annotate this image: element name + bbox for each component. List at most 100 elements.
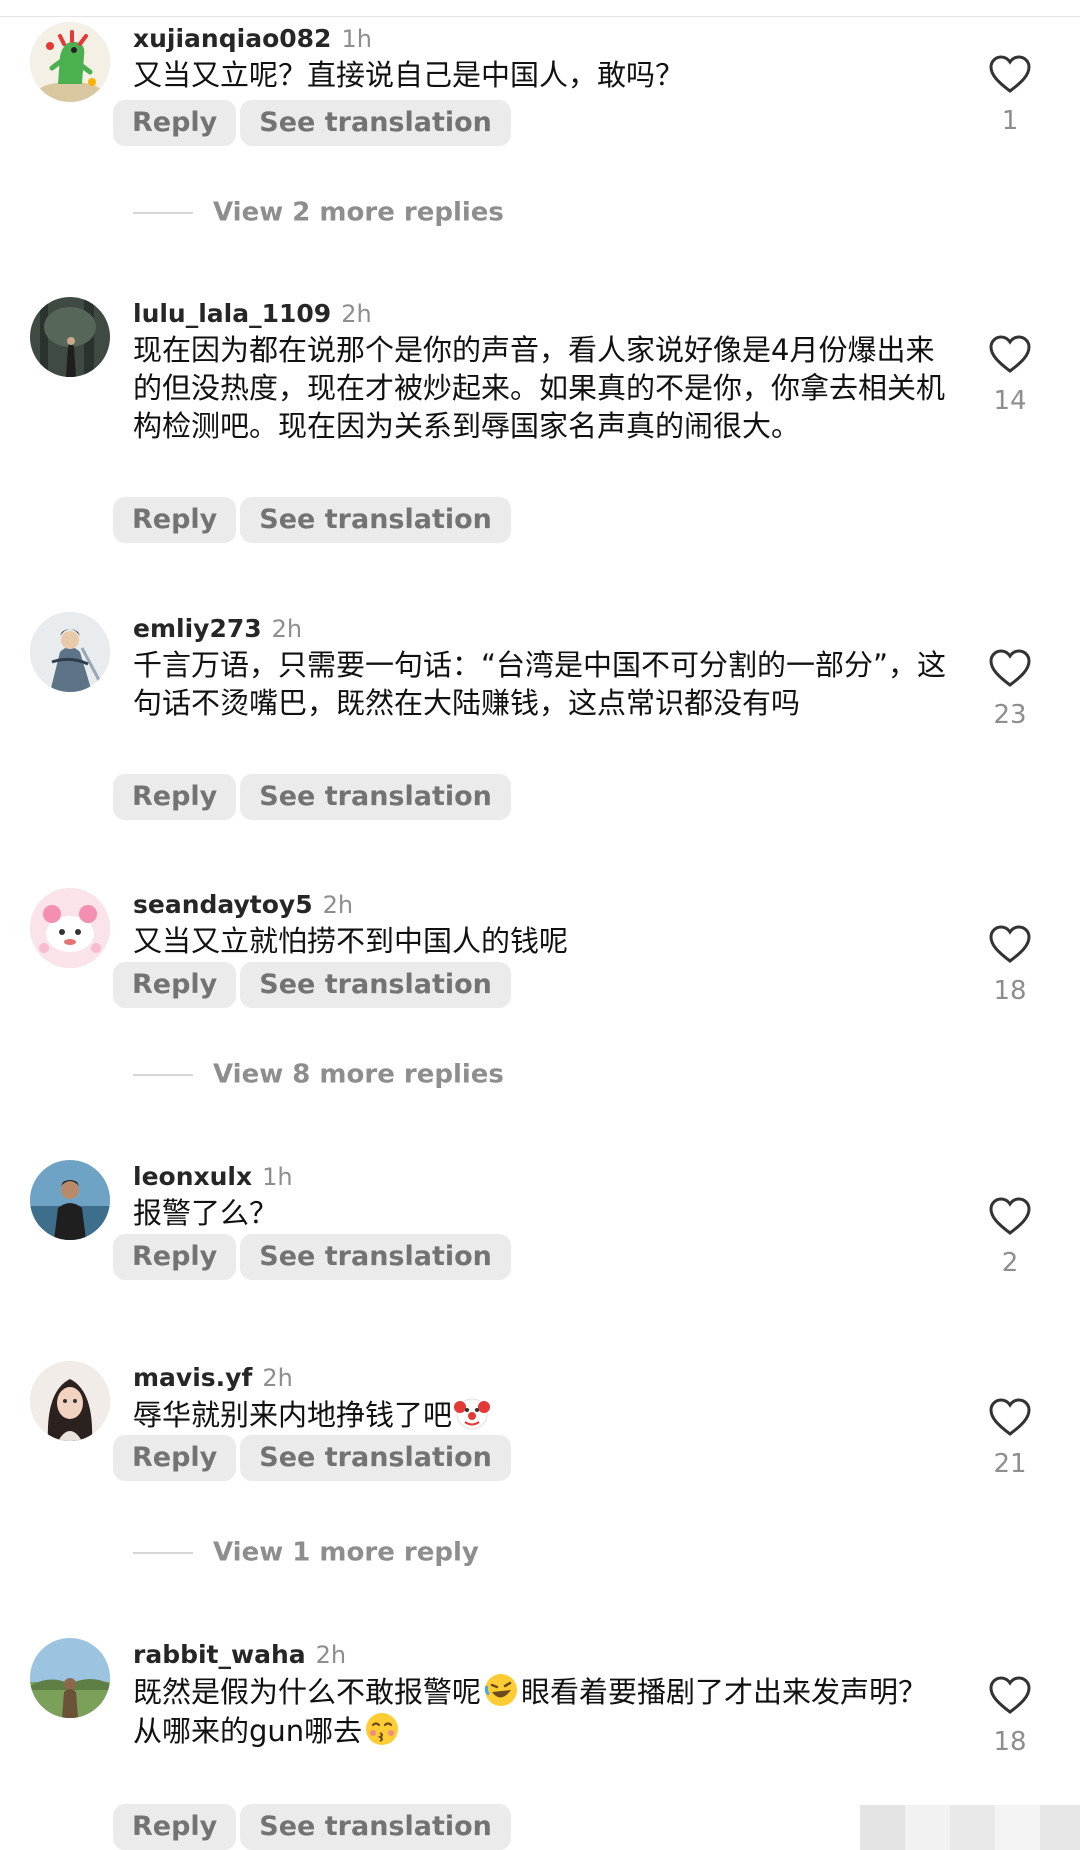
comment-text: 既然是假为什么不敢报警呢 眼看着要播剧了才出来发声明？从哪来的gun哪去 <box>133 1672 953 1750</box>
heart-icon[interactable] <box>988 334 1032 374</box>
see-translation-button[interactable]: See translation <box>240 962 511 1008</box>
comment-actions: Reply See translation <box>113 497 511 543</box>
timestamp: 1h <box>262 1163 293 1191</box>
username[interactable]: seandaytoy5 <box>133 890 313 919</box>
username[interactable]: rabbit_waha <box>133 1640 306 1669</box>
see-translation-button[interactable]: See translation <box>240 774 511 820</box>
comment-text: 又当又立就怕捞不到中国人的钱呢 <box>133 924 569 958</box>
reply-button[interactable]: Reply <box>113 497 237 543</box>
comment-text: 现在因为都在说那个是你的声音，看人家说好像是4月份爆出来的但没热度，现在才被炒起… <box>133 333 946 443</box>
like-control: 1 <box>974 54 1046 136</box>
comment-meta: seandaytoy5 2h <box>133 888 353 922</box>
comment-actions: Reply See translation <box>113 1435 511 1481</box>
username[interactable]: leonxulx <box>133 1162 252 1191</box>
heart-icon[interactable] <box>988 1397 1032 1437</box>
heart-icon[interactable] <box>988 54 1032 94</box>
avatar[interactable] <box>30 1361 110 1441</box>
comment-text: 报警了么？ <box>133 1196 279 1230</box>
dinosaur-avatar-icon <box>30 22 110 102</box>
comments-screen: xujianqiao082 1h 又当又立呢？直接说自己是中国人，敢吗？ Repl… <box>0 0 1080 1850</box>
view-more-replies-label: View 2 more replies <box>213 197 504 228</box>
reply-button[interactable]: Reply <box>113 1804 237 1850</box>
avatar[interactable] <box>30 297 110 377</box>
see-translation-button[interactable]: See translation <box>240 1234 511 1280</box>
timestamp: 2h <box>341 300 372 328</box>
comment-meta: rabbit_waha 2h <box>133 1638 346 1672</box>
view-more-replies-label: View 1 more reply <box>213 1537 479 1568</box>
replies-line <box>133 1551 193 1554</box>
forest-avatar-icon <box>30 297 110 377</box>
like-count: 14 <box>993 386 1027 416</box>
reply-button[interactable]: Reply <box>113 1234 237 1280</box>
username[interactable]: mavis.yf <box>133 1363 252 1392</box>
comment-meta: leonxulx 1h <box>133 1160 293 1194</box>
username[interactable]: lulu_lala_1109 <box>133 299 331 328</box>
comment-meta: lulu_lala_1109 2h <box>133 297 372 331</box>
timestamp: 2h <box>315 1641 347 1669</box>
avatar[interactable] <box>30 1160 110 1240</box>
see-translation-button[interactable]: See translation <box>240 497 511 543</box>
comment-text: 辱华就别来内地挣钱了吧 <box>133 1395 953 1434</box>
like-count: 2 <box>1001 1248 1019 1278</box>
selfie-avatar-icon <box>30 1361 110 1441</box>
view-more-replies[interactable]: View 8 more replies <box>133 1057 504 1091</box>
heart-icon[interactable] <box>988 648 1032 688</box>
username[interactable]: emliy273 <box>133 614 262 643</box>
like-control: 23 <box>974 648 1046 730</box>
like-control: 18 <box>974 924 1046 1006</box>
heart-icon[interactable] <box>988 1196 1032 1236</box>
watermark-block <box>1040 1805 1080 1850</box>
avatar[interactable] <box>30 888 110 968</box>
heart-icon[interactable] <box>988 924 1032 964</box>
reply-button[interactable]: Reply <box>113 962 237 1008</box>
username[interactable]: xujianqiao082 <box>133 24 331 53</box>
like-count: 23 <box>993 700 1027 730</box>
comment-meta: emliy273 2h <box>133 612 302 646</box>
see-translation-button[interactable]: See translation <box>240 100 511 146</box>
watermark-block <box>950 1805 995 1850</box>
comment-actions: Reply See translation <box>113 100 511 146</box>
comment-meta: xujianqiao082 1h <box>133 22 372 56</box>
view-more-replies-label: View 8 more replies <box>213 1059 504 1090</box>
comment-actions: Reply See translation <box>113 962 511 1008</box>
avatar[interactable] <box>30 612 110 692</box>
kissing-face-emoji-icon <box>364 1711 400 1747</box>
landscape-avatar-icon <box>30 1638 110 1718</box>
like-count: 21 <box>993 1449 1027 1479</box>
like-count: 18 <box>993 976 1027 1006</box>
reply-button[interactable]: Reply <box>113 774 237 820</box>
view-more-replies[interactable]: View 2 more replies <box>133 195 504 229</box>
see-translation-button[interactable]: See translation <box>240 1435 511 1481</box>
view-more-replies[interactable]: View 1 more reply <box>133 1535 479 1569</box>
comment-actions: Reply See translation <box>113 774 511 820</box>
timestamp: 2h <box>262 1364 293 1392</box>
like-control: 2 <box>974 1196 1046 1278</box>
clown-face-emoji-icon <box>454 1395 491 1431</box>
comment-text: 千言万语，只需要一句话：“台湾是中国不可分割的一部分”，这句话不烫嘴巴，既然在大… <box>133 648 947 720</box>
reply-button[interactable]: Reply <box>113 100 237 146</box>
watermark-block <box>905 1805 950 1850</box>
like-control: 18 <box>974 1675 1046 1757</box>
top-divider <box>0 16 1080 17</box>
watermark-block <box>995 1805 1040 1850</box>
avatar[interactable] <box>30 1638 110 1718</box>
pink-cartoon-avatar-icon <box>30 888 110 968</box>
swordsman-avatar-icon <box>30 612 110 692</box>
comment-text-part: 辱华就别来内地挣钱了吧 <box>133 1398 453 1432</box>
comment-actions: Reply See translation <box>113 1234 511 1280</box>
like-control: 21 <box>974 1397 1046 1479</box>
avatar[interactable] <box>30 22 110 102</box>
like-count: 18 <box>993 1727 1027 1757</box>
heart-icon[interactable] <box>988 1675 1032 1715</box>
timestamp: 2h <box>322 891 354 919</box>
comment-text: 又当又立呢？直接说自己是中国人，敢吗？ <box>133 58 685 92</box>
like-control: 14 <box>974 334 1046 416</box>
replies-line <box>133 1073 193 1076</box>
comment-actions: Reply See translation <box>113 1804 511 1850</box>
comment-text-part: 既然是假为什么不敢报警呢 <box>133 1675 482 1709</box>
reply-button[interactable]: Reply <box>113 1435 237 1481</box>
watermark-block <box>860 1805 905 1850</box>
timestamp: 2h <box>271 615 303 643</box>
like-count: 1 <box>1001 106 1019 136</box>
see-translation-button[interactable]: See translation <box>240 1804 511 1850</box>
